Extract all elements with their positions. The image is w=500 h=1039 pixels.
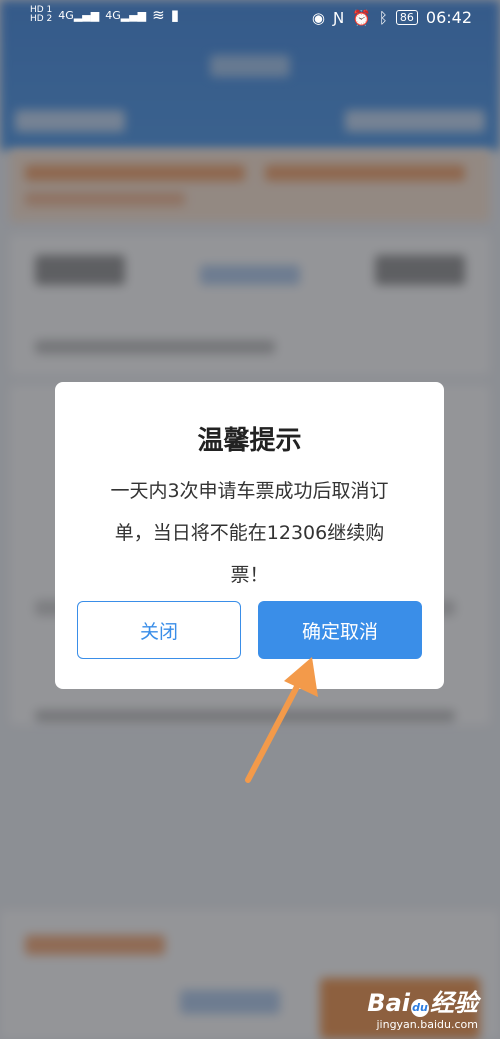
close-button[interactable]: 关闭 xyxy=(77,601,241,659)
dialog-message-line: 单，当日将不能在12306继续购 xyxy=(114,522,385,544)
paw-icon: du xyxy=(411,999,429,1017)
signal-icon-1: 4G▂▄▆ xyxy=(58,8,100,22)
watermark-url: jingyan.baidu.com xyxy=(376,1018,478,1031)
dialog-message-line: 票！ xyxy=(230,564,269,586)
eye-comfort-icon: ◉ xyxy=(311,8,325,27)
baidu-jingyan-watermark: Bai du经验 jingyan.baidu.com xyxy=(367,983,478,1031)
status-left: HD 1 HD 2 4G▂▄▆ 4G▂▄▆ ≋ ▮ xyxy=(30,6,179,25)
battery-saver-icon: ▮ xyxy=(170,6,179,24)
battery-icon: 86 xyxy=(395,10,418,25)
watermark-brand: Bai xyxy=(367,989,410,1017)
network-type-2: 4G xyxy=(105,8,121,22)
status-right: ◉ Ɲ ⏰ ᛒ 86 06:42 xyxy=(312,8,472,27)
dialog-title: 温馨提示 xyxy=(197,426,302,456)
signal-icon-2: 4G▂▄▆ xyxy=(105,8,147,22)
status-bar: HD 1 HD 2 4G▂▄▆ 4G▂▄▆ ≋ ▮ ◉ Ɲ ⏰ ᛒ 86 06:… xyxy=(0,0,500,36)
dialog-message-line: 一天内3次申请车票成功后取消订 xyxy=(110,480,389,502)
sim-badges: HD 1 HD 2 xyxy=(30,6,52,24)
clock: 06:42 xyxy=(425,8,472,27)
watermark-logo: Bai du经验 xyxy=(367,983,478,1018)
wifi-icon: ≋ xyxy=(152,6,165,24)
dialog-message: 一天内3次申请车票成功后取消订 单，当日将不能在12306继续购 票！ xyxy=(83,470,416,596)
sim2-badge: HD 2 xyxy=(30,14,53,24)
annotation-arrow-icon xyxy=(245,657,318,783)
watermark-brand-cn: 经验 xyxy=(430,989,478,1017)
confirm-cancel-button[interactable]: 确定取消 xyxy=(258,601,422,659)
network-type-1: 4G xyxy=(58,8,74,22)
bluetooth-icon: ᛒ xyxy=(378,8,388,27)
cancel-order-dialog: 温馨提示 一天内3次申请车票成功后取消订 单，当日将不能在12306继续购 票！… xyxy=(55,382,444,689)
alarm-icon: ⏰ xyxy=(352,8,371,27)
nfc-icon: Ɲ xyxy=(332,8,345,27)
